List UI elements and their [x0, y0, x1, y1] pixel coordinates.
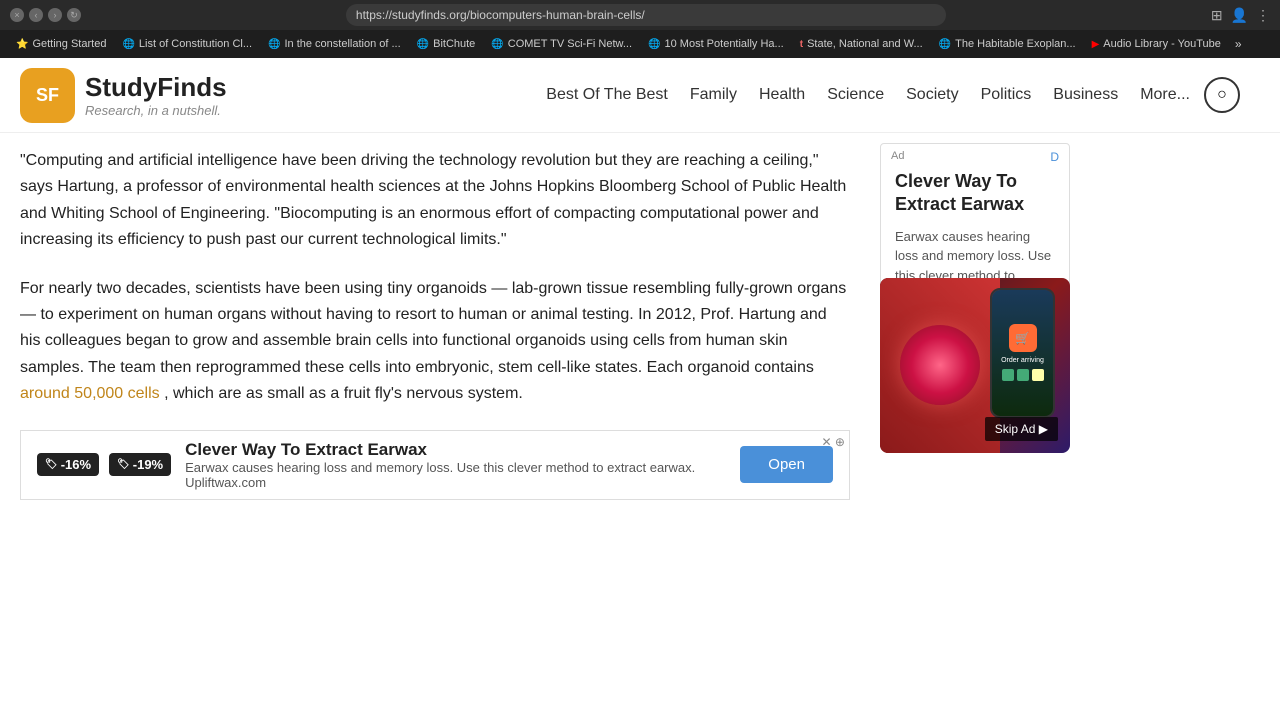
- bookmark-label: 10 Most Potentially Ha...: [665, 38, 784, 50]
- discount-badge-2: -19%: [109, 453, 171, 476]
- discount-value-1: -16%: [61, 457, 91, 472]
- ad-panel-title: Clever Way To Extract Earwax: [895, 170, 1055, 217]
- globe-icon: 🌐: [648, 39, 660, 50]
- forward-btn[interactable]: ›: [48, 8, 62, 22]
- globe-icon: 🌐: [122, 39, 134, 50]
- browser-controls: × ‹ › ↻: [10, 8, 81, 22]
- video-content: 🛒 Order arriving Skip Ad ▶︎: [880, 278, 1070, 453]
- article-content: "Computing and artificial intelligence h…: [0, 133, 870, 720]
- nav-best-of-best[interactable]: Best Of The Best: [538, 82, 676, 108]
- flower-decoration: [900, 325, 980, 405]
- bookmark-getting-started[interactable]: ⭐ Getting Started: [10, 36, 112, 52]
- bookmark-label: Audio Library - YouTube: [1103, 38, 1221, 50]
- bottom-ad-close-btn[interactable]: ✕ ⊕: [822, 435, 845, 449]
- instacart-app-icon: 🛒: [1009, 324, 1037, 352]
- refresh-btn[interactable]: ↻: [67, 8, 81, 22]
- bookmark-state-national[interactable]: t State, National and W...: [794, 36, 929, 52]
- skip-ad-label: Skip Ad ▶︎: [995, 422, 1048, 436]
- nav-health[interactable]: Health: [751, 82, 813, 108]
- bookmark-label: List of Constitution Cl...: [139, 38, 252, 50]
- video-overlay: 🛒 Order arriving Skip Ad ▶︎: [880, 278, 1070, 453]
- bookmark-constellation[interactable]: 🌐 In the constellation of ...: [262, 36, 407, 52]
- phone-screen: 🛒 Order arriving: [992, 290, 1053, 416]
- t-icon: t: [800, 39, 803, 50]
- product-items: [1002, 369, 1044, 381]
- nav-family[interactable]: Family: [682, 82, 745, 108]
- address-bar[interactable]: https://studyfinds.org/biocomputers-huma…: [346, 4, 946, 26]
- nav-more[interactable]: More...: [1132, 82, 1198, 108]
- logo-area[interactable]: SF StudyFinds Research, in a nutshell.: [20, 68, 227, 123]
- ad-d-icon[interactable]: D: [1050, 150, 1059, 164]
- discount-value-2: -19%: [133, 457, 163, 472]
- menu-icon[interactable]: ⋮: [1256, 7, 1270, 24]
- extensions-icon[interactable]: ⊞: [1211, 7, 1223, 24]
- bookmarks-bar: ⭐ Getting Started 🌐 List of Constitution…: [0, 30, 1280, 58]
- nav-politics[interactable]: Politics: [973, 82, 1040, 108]
- browser-chrome: × ‹ › ↻ https://studyfinds.org/biocomput…: [0, 0, 1280, 30]
- site-header: SF StudyFinds Research, in a nutshell. B…: [0, 58, 1280, 133]
- phone-mockup: 🛒 Order arriving: [990, 288, 1055, 418]
- product-item: [1017, 369, 1029, 381]
- article-paragraph-quote: "Computing and artificial intelligence h…: [20, 148, 850, 254]
- search-button[interactable]: ○: [1204, 77, 1240, 113]
- article-link-cells[interactable]: around 50,000 cells: [20, 385, 160, 402]
- nav-science[interactable]: Science: [819, 82, 892, 108]
- star-icon: ⭐: [16, 39, 28, 50]
- content-wrapper: "Computing and artificial intelligence h…: [0, 133, 1280, 720]
- globe-icon: 🌐: [491, 39, 503, 50]
- bookmark-habitable[interactable]: 🌐 The Habitable Exoplan...: [933, 36, 1082, 52]
- article-text-after-link: , which are as small as a fruit fly's ne…: [164, 385, 523, 402]
- site-tagline: Research, in a nutshell.: [85, 103, 227, 118]
- nav-business[interactable]: Business: [1045, 82, 1126, 108]
- bookmark-label: BitChute: [433, 38, 475, 50]
- youtube-icon: ▶: [1092, 39, 1100, 50]
- address-text: https://studyfinds.org/biocomputers-huma…: [356, 8, 645, 22]
- bookmark-comet[interactable]: 🌐 COMET TV Sci-Fi Netw...: [485, 36, 638, 52]
- bookmark-label: In the constellation of ...: [284, 38, 400, 50]
- search-icon: ○: [1217, 86, 1227, 104]
- article-text-before-link: For nearly two decades, scientists have …: [20, 280, 846, 376]
- discount-badges: -16% -19%: [37, 453, 171, 476]
- article-content-wrapper: "Computing and artificial intelligence h…: [20, 148, 850, 705]
- back-btn[interactable]: ‹: [29, 8, 43, 22]
- bottom-ad-text: Clever Way To Extract Earwax Earwax caus…: [185, 440, 726, 490]
- bottom-ad-title: Clever Way To Extract Earwax: [185, 440, 726, 460]
- globe-icon: 🌐: [417, 39, 429, 50]
- site-nav: Best Of The Best Family Health Science S…: [538, 77, 1240, 113]
- bookmark-bitchute[interactable]: 🌐 BitChute: [411, 36, 482, 52]
- globe-icon: 🌐: [268, 39, 280, 50]
- bottom-ad-banner: ✕ ⊕ -16% -19% Clever Way To Extract Earw…: [20, 430, 850, 500]
- logo-text: StudyFinds Research, in a nutshell.: [85, 72, 227, 118]
- globe-icon: 🌐: [939, 39, 951, 50]
- skip-ad-button[interactable]: Skip Ad ▶︎: [985, 417, 1058, 441]
- bookmark-constitution[interactable]: 🌐 List of Constitution Cl...: [116, 36, 258, 52]
- bottom-ad-description: Earwax causes hearing loss and memory lo…: [185, 460, 726, 490]
- product-item: [1002, 369, 1014, 381]
- site-logo: SF: [20, 68, 75, 123]
- site-name: StudyFinds: [85, 72, 227, 103]
- bookmark-label: The Habitable Exoplan...: [955, 38, 1075, 50]
- order-arriving-text: Order arriving: [1001, 357, 1044, 364]
- close-btn[interactable]: ×: [10, 8, 24, 22]
- right-sidebar: Ad D Clever Way To Extract Earwax Earwax…: [870, 133, 1080, 720]
- bookmark-label: State, National and W...: [807, 38, 923, 50]
- video-left-image: [880, 278, 1000, 453]
- ad-label: Ad: [891, 150, 904, 162]
- bookmark-label: COMET TV Sci-Fi Netw...: [508, 38, 632, 50]
- profile-icon[interactable]: 👤: [1231, 7, 1248, 24]
- bookmark-label: Getting Started: [32, 38, 106, 50]
- article-paragraph-main: For nearly two decades, scientists have …: [20, 276, 850, 408]
- browser-icons: ⊞ 👤 ⋮: [1211, 7, 1270, 24]
- bookmark-10most[interactable]: 🌐 10 Most Potentially Ha...: [642, 36, 790, 52]
- bottom-ad-open-btn[interactable]: Open: [740, 446, 833, 483]
- discount-badge-1: -16%: [37, 453, 99, 476]
- nav-society[interactable]: Society: [898, 82, 966, 108]
- product-item: [1032, 369, 1044, 381]
- bookmark-audio-library[interactable]: ▶ Audio Library - YouTube: [1086, 36, 1227, 52]
- bookmarks-more[interactable]: »: [1231, 35, 1246, 53]
